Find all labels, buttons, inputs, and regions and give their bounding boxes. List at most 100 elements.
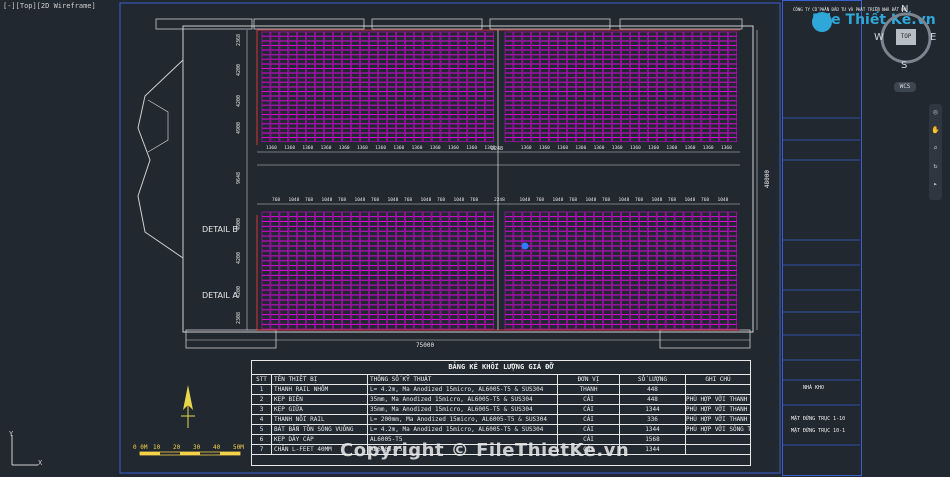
table-cell: 2 — [252, 395, 272, 404]
solar-panel — [728, 100, 737, 106]
steering-wheel-icon[interactable]: ◎ — [931, 108, 940, 117]
solar-panel — [522, 40, 532, 46]
solar-panel — [665, 236, 675, 242]
solar-panel — [467, 295, 477, 300]
solar-panel — [297, 299, 306, 305]
compass-north[interactable]: N — [901, 4, 908, 15]
solar-panel — [576, 304, 585, 310]
solar-panel — [621, 82, 630, 87]
solar-panel — [540, 63, 549, 69]
solar-panel — [369, 285, 378, 291]
solar-panel — [576, 309, 585, 315]
solar-panel — [701, 226, 711, 232]
pan-icon[interactable]: ✋ — [931, 126, 940, 135]
solar-panel — [549, 82, 558, 87]
solar-panel — [585, 236, 594, 242]
solar-panel — [728, 221, 737, 227]
solar-panel — [567, 109, 576, 115]
navigation-bar[interactable]: ◎ ✋ ⌕ ↻ ▸ — [929, 104, 942, 200]
zoom-icon[interactable]: ⌕ — [931, 144, 940, 153]
compass-west[interactable]: W — [874, 32, 884, 43]
solar-panel — [396, 299, 405, 305]
solar-panel — [404, 290, 414, 295]
solar-panel — [692, 36, 702, 41]
solar-panel — [431, 40, 441, 46]
solar-panel — [324, 109, 333, 115]
solar-panel — [449, 246, 459, 251]
solar-panel — [422, 31, 432, 37]
solar-panel — [396, 216, 405, 222]
solar-panel — [422, 290, 432, 295]
solar-panel — [531, 59, 541, 64]
solar-panel — [467, 54, 477, 60]
solar-panel — [360, 105, 369, 110]
solar-panel — [261, 255, 271, 261]
solar-panel — [558, 123, 567, 129]
solar-panel — [567, 231, 576, 237]
solar-panel — [288, 241, 298, 246]
solar-panel — [369, 109, 378, 115]
solar-panel — [665, 59, 675, 64]
solar-panel — [728, 114, 737, 120]
solar-panel — [360, 299, 369, 305]
solar-panel — [513, 324, 523, 330]
solar-panel — [692, 314, 702, 320]
orbit-icon[interactable]: ↻ — [931, 162, 940, 171]
solar-panel — [710, 128, 720, 133]
solar-panel — [692, 105, 702, 110]
viewcube[interactable]: N S W E TOP — [874, 4, 936, 71]
solar-panel — [270, 132, 280, 138]
table-row: 4 THANH NỐI RAIL L= 200mm, Ma Anodized 15m… — [252, 415, 750, 425]
solar-panel — [630, 241, 639, 246]
solar-panel — [585, 109, 594, 115]
table-cell: CÁI — [558, 415, 620, 424]
solar-panel — [485, 50, 494, 55]
lower-spacing-label: 1048 — [618, 198, 630, 203]
solar-panel — [656, 128, 666, 133]
solar-panel — [449, 231, 459, 237]
solar-panel — [549, 211, 558, 217]
dimension-lines — [186, 30, 758, 341]
solar-panel — [585, 119, 594, 124]
solar-panel — [396, 63, 405, 69]
solar-panel — [531, 73, 541, 78]
compass-south[interactable]: S — [901, 60, 907, 71]
solar-panel — [404, 31, 414, 37]
showmotion-icon[interactable]: ▸ — [931, 180, 940, 189]
compass-east[interactable]: E — [930, 32, 936, 43]
solar-panel — [639, 231, 648, 237]
solar-panel — [621, 275, 630, 281]
solar-panel — [656, 96, 666, 101]
solar-panel — [674, 31, 684, 37]
solar-panel — [558, 82, 567, 87]
solar-panel — [549, 77, 558, 83]
solar-panel — [449, 54, 459, 60]
solar-panel — [647, 68, 657, 74]
solar-panel — [585, 255, 594, 261]
solar-panel — [567, 128, 576, 133]
table-cell: KẸP BIÊN — [272, 395, 368, 404]
solar-panel — [647, 105, 657, 110]
solar-panel — [630, 216, 639, 222]
solar-panel — [387, 123, 396, 129]
solar-panel — [576, 216, 585, 222]
solar-panel — [387, 109, 396, 115]
solar-panel — [621, 105, 630, 110]
lower-spacing-label: 768 — [371, 198, 380, 203]
solar-panel — [458, 216, 468, 222]
solar-panel — [351, 275, 360, 281]
solar-panel — [692, 299, 702, 305]
wcs-menu[interactable]: WCS — [894, 82, 916, 92]
solar-panel — [567, 299, 576, 305]
solar-panel — [639, 73, 648, 78]
solar-panel — [369, 226, 378, 232]
viewcube-top-face[interactable]: TOP — [896, 29, 916, 45]
solar-panel — [369, 86, 378, 92]
solar-panel — [585, 216, 594, 222]
solar-panel — [342, 63, 351, 69]
solar-panel — [422, 304, 432, 310]
solar-panel — [522, 280, 532, 286]
solar-panel — [710, 265, 720, 271]
solar-panel — [612, 299, 621, 305]
solar-panel — [288, 63, 298, 69]
